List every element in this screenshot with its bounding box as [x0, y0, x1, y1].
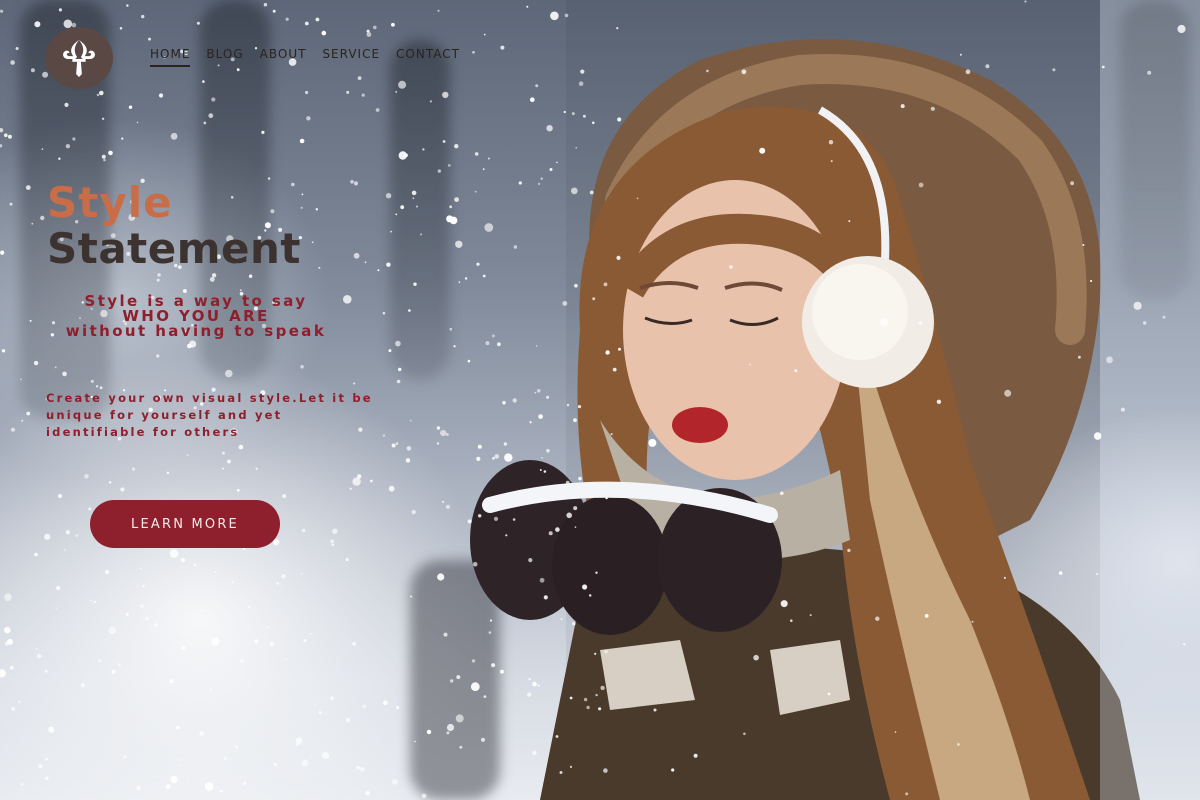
nav-home[interactable]: HOME	[150, 47, 191, 67]
nav-service[interactable]: SERVICE	[322, 47, 380, 67]
quote-line-3: without having to speak	[65, 322, 327, 340]
hero-title-line2: Statement	[47, 224, 301, 273]
nav-blog[interactable]: BLOG	[206, 47, 243, 67]
hero-photo	[470, 0, 1200, 800]
hero-quote: Style is a way to say WHO YOU ARE withou…	[46, 294, 346, 339]
right-light-band	[1100, 0, 1200, 800]
hero-title-line1: Style	[47, 178, 173, 227]
logo[interactable]	[45, 27, 113, 89]
main-nav: HOME BLOG ABOUT SERVICE CONTACT	[150, 47, 460, 67]
hero-description: Create your own visual style.Let it be u…	[46, 390, 373, 439]
nav-contact[interactable]: CONTACT	[396, 47, 460, 67]
learn-more-button[interactable]: LEARN MORE	[90, 500, 280, 548]
fleur-de-lis-icon	[63, 39, 95, 77]
nav-about[interactable]: ABOUT	[260, 47, 307, 67]
